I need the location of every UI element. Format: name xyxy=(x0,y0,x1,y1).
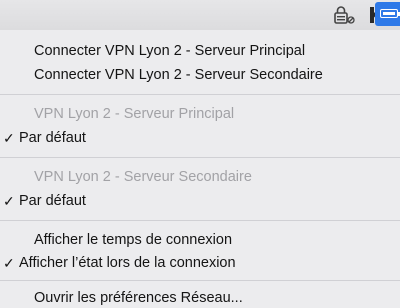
checkmark-icon: ✓ xyxy=(3,255,15,271)
secondary-server-header-label: VPN Lyon 2 - Serveur Secondaire xyxy=(34,169,252,185)
connect-primary-label: Connecter VPN Lyon 2 - Serveur Principal xyxy=(34,43,306,59)
vpn-lock-icon[interactable] xyxy=(334,6,356,24)
primary-default-label: Par défaut xyxy=(19,130,86,146)
checkmark-icon: ✓ xyxy=(3,130,15,146)
primary-server-header-label: VPN Lyon 2 - Serveur Principal xyxy=(34,106,235,122)
separator xyxy=(0,220,400,221)
secondary-default-label: Par défaut xyxy=(19,193,86,209)
show-connection-time-label: Afficher le temps de connexion xyxy=(34,232,233,248)
menu-bar xyxy=(0,0,400,30)
separator xyxy=(0,94,400,95)
open-network-prefs-label: Ouvrir les préférences Réseau... xyxy=(34,290,243,306)
connect-secondary-label: Connecter VPN Lyon 2 - Serveur Secondair… xyxy=(34,67,323,83)
vpn-dropdown-menu: Connecter VPN Lyon 2 - Serveur Principal… xyxy=(0,30,400,308)
checkmark-icon: ✓ xyxy=(3,193,15,209)
separator xyxy=(0,157,400,158)
separator xyxy=(0,280,400,281)
battery-icon[interactable] xyxy=(375,2,400,26)
show-status-label: Afficher l’état lors de la connexion xyxy=(19,255,236,271)
